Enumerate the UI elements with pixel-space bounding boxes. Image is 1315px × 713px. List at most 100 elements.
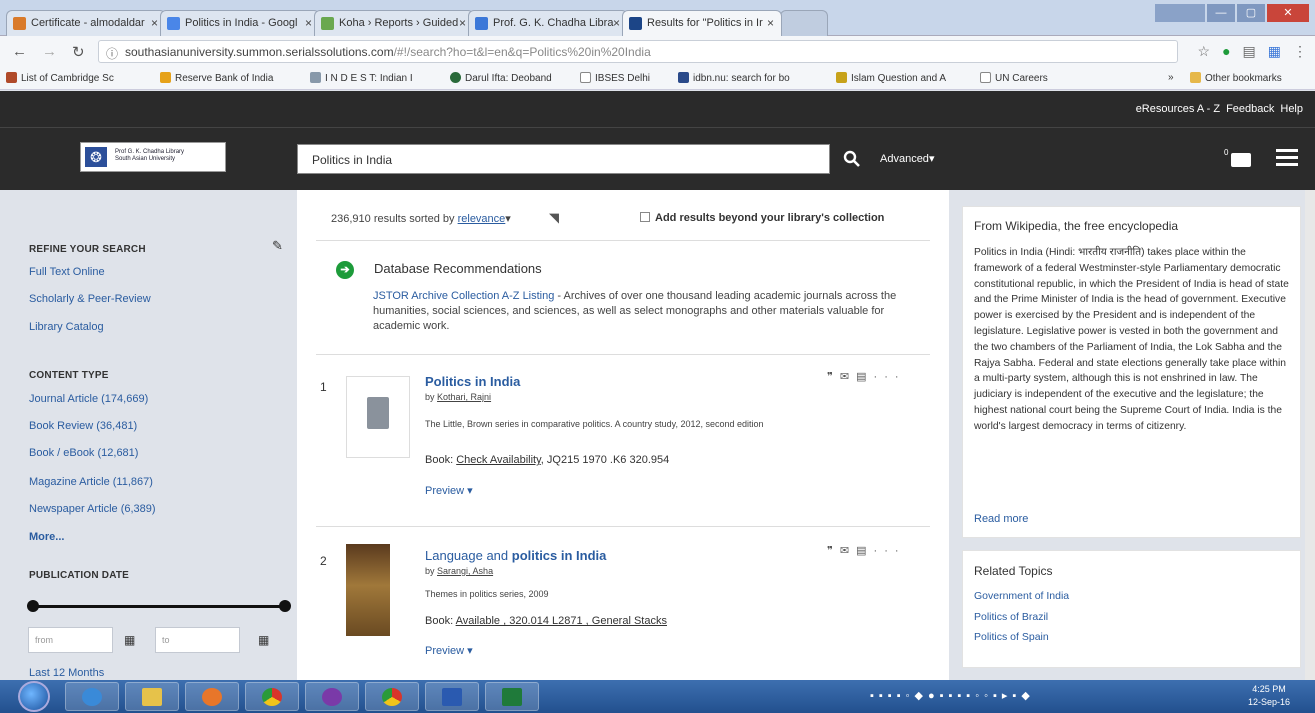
extension-icon[interactable]: ● (1222, 43, 1230, 60)
browser-tab[interactable]: Certificate - almodaldar × (6, 10, 166, 36)
slider-handle-start[interactable] (27, 600, 39, 612)
new-tab-button[interactable] (780, 10, 828, 36)
extension-icon[interactable]: ▤ (1243, 43, 1256, 60)
bookmark-item[interactable]: Islam Question and A (836, 72, 946, 84)
related-topic-link[interactable]: Government of India (974, 590, 1069, 602)
close-icon[interactable]: × (767, 16, 774, 30)
close-icon[interactable]: × (459, 16, 466, 30)
advanced-search-button[interactable]: Advanced▾ (880, 152, 934, 165)
search-icon[interactable] (836, 144, 868, 174)
taskbar-app[interactable] (185, 682, 239, 711)
bookmark-item[interactable]: Reserve Bank of India (160, 72, 273, 84)
bookmark-item[interactable]: I N D E S T: Indian I (310, 72, 413, 84)
jstor-link[interactable]: JSTOR Archive Collection A-Z Listing (373, 290, 554, 302)
forward-icon[interactable]: → (42, 43, 57, 60)
bookmark-item[interactable]: Other bookmarks (1190, 72, 1282, 84)
add-beyond-collection-checkbox[interactable]: Add results beyond your library's collec… (640, 212, 884, 224)
content-type-item[interactable]: Book / eBook (12,681) (29, 447, 138, 459)
cart-count: 0 (1224, 148, 1229, 157)
rss-icon[interactable]: ◥ (549, 210, 559, 226)
email-icon[interactable]: ✉ (840, 371, 856, 383)
date-to-input[interactable]: to (155, 627, 240, 653)
taskbar-app[interactable] (425, 682, 479, 711)
cite-icon[interactable]: ❞ (827, 371, 840, 383)
start-icon[interactable] (18, 681, 50, 712)
last-12-months-link[interactable]: Last 12 Months (29, 667, 104, 679)
read-more-link[interactable]: Read more (974, 513, 1028, 525)
availability-link[interactable]: Check Availability (456, 454, 541, 466)
related-topic-link[interactable]: Politics of Brazil (974, 611, 1048, 623)
pencil-icon[interactable]: ✎ (272, 238, 283, 254)
result-title-link[interactable]: Language and politics in India (425, 548, 606, 563)
bookmarks-overflow-icon[interactable]: » (1168, 72, 1174, 83)
taskbar-app[interactable] (65, 682, 119, 711)
preview-toggle[interactable]: Preview ▾ (425, 484, 473, 497)
book-cover-thumbnail[interactable] (346, 544, 390, 636)
close-icon[interactable]: × (151, 16, 158, 30)
taskbar-app[interactable] (245, 682, 299, 711)
related-topic-link[interactable]: Politics of Spain (974, 631, 1049, 643)
browser-tab[interactable]: Politics in India - Googl × (160, 10, 320, 36)
page-scrollbar[interactable] (1305, 190, 1315, 680)
more-icon[interactable]: ··· (874, 545, 906, 557)
filter-scholarly[interactable]: Scholarly & Peer-Review (29, 293, 151, 305)
cite-icon[interactable]: ❞ (827, 545, 840, 557)
bookmark-item[interactable]: Darul Ifta: Deoband (450, 72, 552, 84)
email-icon[interactable]: ✉ (840, 545, 856, 557)
star-icon[interactable]: ☆ (1198, 43, 1211, 60)
content-type-item[interactable]: Newspaper Article (6,389) (29, 503, 156, 515)
calendar-icon[interactable]: ▦ (258, 633, 269, 647)
content-type-item[interactable]: Journal Article (174,669) (29, 393, 148, 405)
bookmark-item[interactable]: List of Cambridge Sc (6, 72, 114, 84)
bookmark-item[interactable]: idbn.nu: search for bo (678, 72, 790, 84)
search-input[interactable]: Politics in India (297, 144, 830, 174)
book-thumbnail[interactable] (346, 376, 410, 458)
save-folder-icon[interactable]: ▤ (856, 371, 873, 383)
folder-icon[interactable] (1231, 153, 1251, 167)
content-type-item[interactable]: Book Review (36,481) (29, 420, 137, 432)
browser-tab-active[interactable]: Results for "Politics in Ir × (622, 10, 782, 36)
taskbar-clock[interactable]: 4:25 PM 12-Sep-16 (1248, 683, 1290, 709)
minimize-icon[interactable]: — (1207, 4, 1235, 22)
taskbar-app[interactable] (485, 682, 539, 711)
filter-library-catalog[interactable]: Library Catalog (29, 321, 104, 333)
date-range-slider[interactable] (31, 605, 285, 608)
taskbar-app[interactable] (305, 682, 359, 711)
content-type-item[interactable]: Magazine Article (11,867) (29, 476, 153, 488)
bookmark-item[interactable]: IBSES Delhi (580, 72, 650, 84)
date-from-input[interactable]: from (28, 627, 113, 653)
extension-icon[interactable]: ▦ (1268, 43, 1281, 60)
availability-link[interactable]: Available , 320.014 L2871 , General Stac… (456, 615, 667, 627)
url-field[interactable]: ⓘ southasianuniversity.summon.serialssol… (98, 40, 1178, 63)
close-icon[interactable]: × (613, 16, 620, 30)
taskbar-app[interactable] (125, 682, 179, 711)
back-icon[interactable]: ← (12, 43, 27, 60)
system-tray[interactable]: ▪▪▪▪◦◆●▪▪▪▪◦◦▪▸▪◆ (870, 689, 1035, 702)
slider-handle-end[interactable] (279, 600, 291, 612)
sort-dropdown[interactable]: relevance (458, 213, 506, 225)
browser-tab[interactable]: Koha › Reports › Guided × (314, 10, 474, 36)
maximize-icon[interactable]: ▢ (1237, 4, 1265, 22)
menu-dots-icon[interactable]: ⋮ (1293, 43, 1307, 60)
feedback-link[interactable]: Feedback (1226, 103, 1274, 115)
help-link[interactable]: Help (1280, 103, 1303, 115)
preview-toggle[interactable]: Preview ▾ (425, 644, 473, 657)
calendar-icon[interactable]: ▦ (124, 633, 135, 647)
close-window-icon[interactable]: ✕ (1267, 4, 1309, 22)
bookmark-item[interactable]: UN Careers (980, 72, 1048, 84)
browser-tab[interactable]: Prof. G. K. Chadha Libra × (468, 10, 628, 36)
eresources-link[interactable]: eResources A - Z (1136, 103, 1220, 115)
author-link[interactable]: Kothari, Rajni (437, 392, 491, 402)
author-link[interactable]: Sarangi, Asha (437, 566, 493, 576)
close-icon[interactable]: × (305, 16, 312, 30)
more-content-types-link[interactable]: More... (29, 531, 64, 543)
library-logo[interactable]: ❂ Prof G. K. Chadha Library South Asian … (80, 142, 226, 172)
reload-icon[interactable]: ↻ (72, 43, 85, 61)
menu-icon[interactable] (1276, 149, 1298, 170)
save-folder-icon[interactable]: ▤ (856, 545, 873, 557)
taskbar-app[interactable] (365, 682, 419, 711)
result-title-link[interactable]: Politics in India (425, 374, 520, 389)
filter-full-text[interactable]: Full Text Online (29, 266, 105, 278)
more-icon[interactable]: ··· (874, 371, 906, 383)
user-icon[interactable] (1155, 4, 1205, 22)
